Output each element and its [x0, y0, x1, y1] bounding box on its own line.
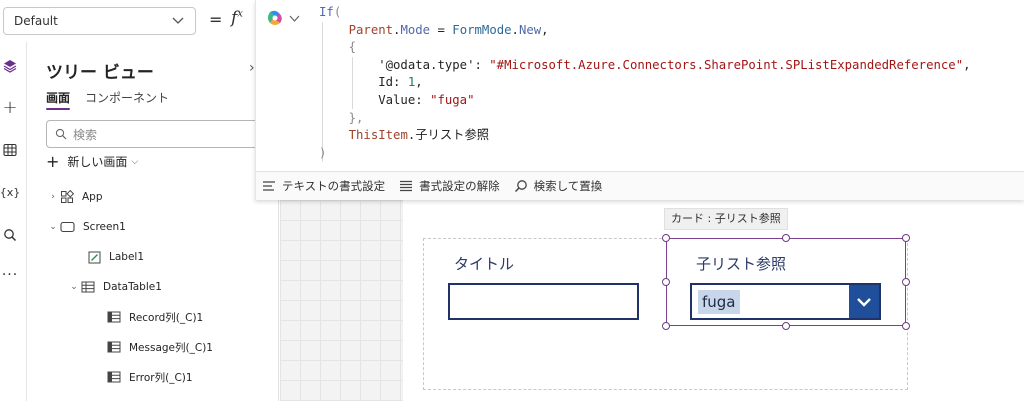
title-text-input[interactable]: [448, 283, 639, 320]
collapse-panel-icon[interactable]: ›: [249, 60, 255, 76]
card-title-label: タイトル: [454, 255, 515, 273]
plus-icon: +: [46, 151, 60, 171]
resize-handle[interactable]: [662, 278, 670, 286]
code-token: "fuga": [430, 92, 475, 107]
code-line-6: Value: "fuga": [319, 92, 475, 107]
tree-node-app[interactable]: › App: [46, 188, 103, 206]
tab-components[interactable]: コンポーネント: [85, 89, 169, 106]
code-line-9: ): [319, 145, 971, 163]
search-icon: [55, 128, 67, 140]
tree-node-label: Record列(_C)1: [129, 311, 204, 324]
power-apps-studio: Default = fx If( Parent.Mode = FormMode.…: [0, 0, 1024, 401]
chevron-down-icon: ⌵: [131, 156, 139, 167]
tree-node-label: Message列(_C)1: [129, 341, 213, 354]
code-token: ThisItem: [348, 128, 408, 143]
chevron-down-icon[interactable]: ⌄: [67, 282, 81, 292]
code-token: {: [348, 40, 357, 55]
chevron-down-icon[interactable]: ⌄: [46, 222, 60, 232]
resize-handle[interactable]: [662, 234, 670, 242]
code-token: },: [348, 110, 364, 125]
variables-icon[interactable]: {x}: [0, 184, 20, 200]
tree-node-label: Error列(_C)1: [129, 371, 193, 384]
selected-card-frame[interactable]: [666, 238, 906, 326]
resize-handle[interactable]: [782, 234, 790, 242]
copilot-chevron-icon[interactable]: [289, 13, 300, 24]
chevron-down-icon: [172, 17, 184, 24]
label-icon: [88, 251, 101, 263]
code-token: 1: [407, 75, 416, 90]
formula-code[interactable]: If( Parent.Mode = FormMode.New, { '@odat…: [319, 4, 971, 162]
code-token: ): [319, 145, 327, 160]
code-line-1: If(: [319, 4, 971, 22]
tree-search-input[interactable]: 検索: [46, 120, 286, 148]
more-icon[interactable]: ···: [2, 267, 18, 283]
code-token: (: [333, 5, 342, 19]
property-dropdown[interactable]: Default: [3, 7, 196, 35]
column-icon: [107, 311, 121, 323]
fx-icon[interactable]: fx: [231, 8, 243, 28]
code-line-7: },: [319, 110, 971, 128]
code-token: If: [319, 5, 334, 19]
resize-handle[interactable]: [902, 278, 910, 286]
plus-icon[interactable]: +: [2, 97, 18, 118]
table-icon: [81, 281, 95, 293]
property-dropdown-value: Default: [14, 14, 58, 28]
resize-handle[interactable]: [782, 322, 790, 330]
tree-node-label1[interactable]: Label1: [88, 248, 144, 266]
tree-view-title: ツリー ビュー: [46, 63, 154, 83]
code-token: "#Microsoft.Azure.Connectors.SharePoint.…: [489, 57, 964, 72]
tree-node-label: App: [82, 191, 103, 203]
code-token: Parent: [348, 22, 394, 37]
layers-icon[interactable]: [2, 58, 18, 74]
find-replace-button[interactable]: 検索して置換: [514, 178, 603, 194]
formula-format-toolbar: テキストの書式設定 書式設定の解除 検索して置換: [256, 171, 1024, 200]
chevron-right-icon[interactable]: ›: [46, 192, 60, 202]
code-line-4: '@odata.type': "#Microsoft.Azure.Connect…: [319, 57, 971, 72]
resize-handle[interactable]: [902, 234, 910, 242]
code-token: Mode: [400, 22, 431, 37]
code-line-8: ThisItem.子リスト参照: [348, 128, 490, 143]
remove-format-button[interactable]: 書式設定の解除: [399, 178, 500, 194]
tab-screens[interactable]: 画面: [46, 89, 70, 106]
tree-node-datatable1[interactable]: ⌄ DataTable1: [67, 278, 162, 296]
screen-icon: [60, 221, 75, 233]
code-line-2: Parent.Mode = FormMode.New,: [348, 22, 549, 37]
tree-view-panel: ツリー ビュー › 画面 コンポーネント 検索 + 新しい画面 ⌵ › App …: [27, 42, 286, 401]
code-token: FormMode: [452, 22, 512, 37]
tree-search-placeholder: 検索: [73, 127, 98, 142]
new-screen-button[interactable]: + 新しい画面 ⌵: [46, 153, 138, 170]
formula-editor[interactable]: If( Parent.Mode = FormMode.New, { '@odat…: [255, 0, 1024, 200]
code-token: New: [518, 22, 542, 37]
remove-format-icon: [400, 180, 413, 192]
new-screen-label: 新しい画面: [67, 155, 128, 169]
left-rail: + {x} ···: [0, 42, 20, 401]
equals-sign: =: [209, 10, 223, 29]
tree-node-screen1[interactable]: ⌄ Screen1: [46, 218, 126, 236]
tree-node-label: DataTable1: [103, 281, 162, 293]
resize-handle[interactable]: [662, 322, 670, 330]
column-icon: [107, 371, 121, 383]
active-tab-indicator: [46, 108, 70, 110]
format-text-button[interactable]: テキストの書式設定: [262, 178, 385, 194]
selection-tooltip: カード : 子リスト参照: [664, 208, 788, 230]
copilot-icon[interactable]: [266, 9, 284, 27]
column-icon: [107, 341, 121, 353]
app-icon: [61, 190, 74, 203]
tree-node-record-column[interactable]: Record列(_C)1: [107, 308, 203, 326]
remove-format-label: 書式設定の解除: [419, 179, 500, 193]
tree-node-label: Screen1: [83, 221, 126, 233]
code-line-5: Id: 1,: [319, 75, 423, 90]
table-icon[interactable]: [2, 142, 18, 158]
format-text-label: テキストの書式設定: [282, 179, 386, 193]
tree-node-error-column[interactable]: Error列(_C)1: [107, 368, 193, 386]
fx-sup: x: [237, 8, 243, 20]
tree-node-label: Label1: [109, 251, 145, 263]
find-replace-label: 検索して置換: [533, 179, 603, 193]
tree-node-message-column[interactable]: Message列(_C)1: [107, 338, 213, 356]
resize-handle[interactable]: [902, 322, 910, 330]
search-icon: [514, 180, 527, 193]
search-icon[interactable]: [2, 227, 18, 243]
format-text-icon: [263, 181, 275, 191]
code-line-3: {: [319, 39, 971, 57]
